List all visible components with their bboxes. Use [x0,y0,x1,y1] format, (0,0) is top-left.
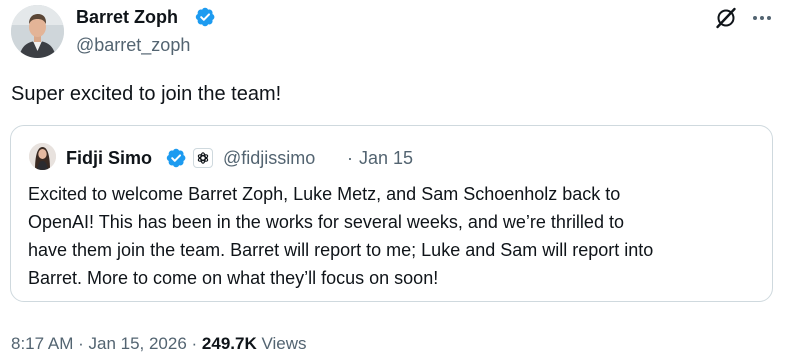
quoted-text-line: Excited to welcome Barret Zoph, Luke Met… [28,184,621,204]
tweet-time[interactable]: 8:17 AM [11,334,73,353]
tweet-date[interactable]: Jan 15, 2026 [88,334,186,353]
meta-separator: · [73,334,89,353]
quoted-text-line: OpenAI! This has been in the works for s… [28,212,624,232]
tweet-meta: 8:17 AM · Jan 15, 2026 · 249.7K Views [11,333,307,355]
more-dots-icon[interactable] [749,5,775,31]
quoted-text-line: have them join the team. Barret will rep… [28,240,654,260]
author-name[interactable]: Barret Zoph [76,6,178,28]
views-count: 249.7K [201,334,257,353]
openai-logo-icon[interactable] [193,148,213,168]
avatar-image [11,5,64,58]
quoted-separator: · [347,148,353,168]
views-label: Views [256,334,307,353]
tweet-text: Super excited to join the team! [11,83,282,105]
quoted-text-line: Barret. More to come on what they’ll foc… [28,268,439,288]
quoted-author-handle[interactable]: @fidjissimo [223,147,315,169]
quoted-author-avatar[interactable] [29,143,56,170]
quoted-author-name[interactable]: Fidji Simo [66,147,152,169]
quoted-avatar-image [29,143,56,170]
author-handle[interactable]: @barret_zoph [76,34,190,56]
meta-separator: · [186,334,202,353]
verified-badge-icon [195,7,215,27]
openai-logo-glyph [197,152,209,164]
quoted-tweet-card[interactable]: Fidji Simo @fidjissimo · Jan 15 Excited … [10,125,773,302]
author-avatar[interactable] [11,5,64,58]
quoted-tweet-date[interactable]: Jan 15 [359,147,413,169]
verified-badge-icon [166,148,186,168]
grok-icon[interactable] [713,5,739,31]
